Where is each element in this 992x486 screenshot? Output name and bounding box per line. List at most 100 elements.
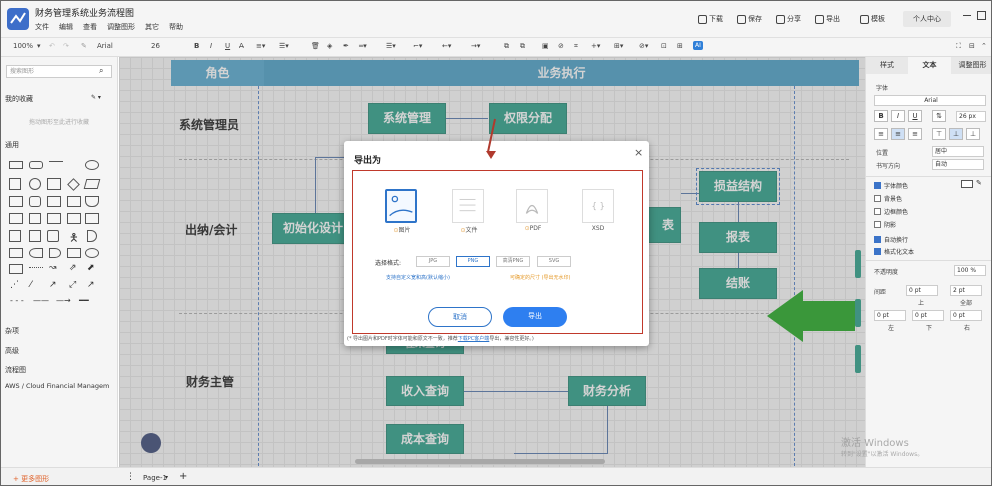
vertical-text-toggle[interactable]: ⇅ (932, 110, 946, 122)
hexagon-shape[interactable] (9, 196, 23, 207)
menu-help[interactable]: 帮助 (169, 22, 183, 32)
bold-button[interactable]: B (194, 42, 199, 50)
underline-button[interactable]: U (225, 42, 230, 50)
download-client-link[interactable]: 下载PC客户端 (458, 336, 490, 342)
spacing-bottom-input[interactable]: 0 pt (912, 310, 944, 321)
table-shape[interactable] (9, 264, 23, 274)
display-shape[interactable] (29, 248, 43, 258)
double-arrow-icon[interactable]: ⤢ (69, 280, 76, 290)
triangle-shape[interactable] (47, 196, 61, 207)
manual-input-shape[interactable] (67, 248, 81, 258)
export-button[interactable]: 导出 (815, 14, 840, 24)
shape-search-input[interactable]: 搜索图形 (6, 65, 112, 78)
align-left-button[interactable]: ≡ (874, 128, 888, 140)
parallelogram-shape[interactable] (83, 179, 101, 189)
hline-icon[interactable]: —— (33, 296, 49, 305)
fullscreen-icon[interactable]: ⛶ (956, 42, 961, 51)
cube-shape[interactable] (9, 230, 21, 242)
favorites-edit-icon[interactable]: ✎ ▾ (91, 94, 101, 101)
type-jpg-option[interactable]: JPG (416, 256, 450, 267)
rounded-rect-shape[interactable] (29, 161, 43, 169)
format-xsd-option[interactable]: { } (582, 189, 614, 223)
formatted-text-checkbox[interactable]: 格式化文本 (874, 247, 914, 256)
or-shape[interactable] (49, 248, 61, 258)
collapse-icon[interactable]: ⊟ (969, 42, 975, 50)
diagonal-arrow-icon[interactable]: ⇗ (69, 263, 77, 273)
align-right-button[interactable]: ≡ (908, 128, 922, 140)
direction-select[interactable]: 自动 (932, 159, 984, 170)
ellipse-shape[interactable] (85, 160, 99, 170)
actor-icon[interactable]: 🯅 (69, 229, 79, 248)
delay-shape[interactable] (87, 230, 97, 242)
page-tab[interactable]: Page-1 (143, 474, 167, 482)
spacing-right-input[interactable]: 0 pt (950, 310, 982, 321)
italic-button[interactable]: I (210, 42, 212, 50)
page-tab-chevron-icon[interactable]: ▾ (165, 474, 168, 481)
list-shape[interactable] (9, 248, 23, 258)
expand-panel-icon[interactable]: ⌃ (981, 42, 987, 50)
cylinder-shape[interactable] (29, 196, 41, 207)
arrow-end-icon[interactable]: →▾ (471, 42, 480, 50)
profile-button[interactable]: 个人中心 (903, 11, 951, 27)
bold-toggle[interactable]: B (874, 110, 888, 122)
type-png-option[interactable]: PNG (456, 256, 490, 267)
aws-section[interactable]: AWS / Cloud Financial Managem (5, 382, 109, 390)
frame-shape[interactable] (47, 230, 59, 242)
image-icon[interactable]: ▣ (542, 42, 549, 50)
folder-shape[interactable] (29, 230, 41, 242)
save-button[interactable]: 保存 (737, 14, 762, 24)
text-shape[interactable] (49, 161, 63, 169)
spacing-top-input[interactable]: 0 pt (906, 285, 938, 296)
font-color-swatch[interactable] (961, 180, 973, 188)
lock-icon[interactable]: ⊡ (661, 42, 667, 50)
format-pdf-option[interactable] (516, 189, 548, 223)
share-button[interactable]: 分享 (776, 14, 801, 24)
menu-adjust-shape[interactable]: 调整图形 (107, 22, 135, 32)
border-color-checkbox[interactable]: 边框颜色 (874, 207, 908, 216)
hline-dashed-icon[interactable]: - - - (10, 296, 24, 305)
window-mode-icon[interactable] (977, 11, 986, 20)
spacing-all-input[interactable]: 2 pt (950, 285, 982, 296)
arrow-line-icon[interactable]: ↗ (49, 280, 57, 290)
background-checkbox[interactable]: 背景色 (874, 194, 902, 203)
card-shape[interactable] (29, 213, 41, 224)
rectangle-shape[interactable] (9, 161, 23, 169)
zoom-select[interactable]: 100% (13, 42, 33, 50)
format-image-option[interactable] (385, 189, 417, 223)
align-bottom-button[interactable]: ⊥ (966, 128, 980, 140)
back-icon[interactable]: ⧉ (520, 42, 525, 51)
font-family-select[interactable]: Arial (97, 42, 113, 50)
grid-icon[interactable]: ⊞▾ (614, 42, 623, 50)
arrow-start-icon[interactable]: ←▾ (442, 42, 451, 50)
diamond-shape[interactable] (67, 178, 80, 191)
undo-icon[interactable]: ↶ (49, 42, 55, 50)
shadow-checkbox[interactable]: 阴影 (874, 220, 896, 229)
align-center-button[interactable]: ≡ (891, 128, 905, 140)
hline-bold-icon[interactable]: ━━ (79, 296, 89, 305)
fill-color-icon[interactable]: ◈ (327, 42, 332, 50)
internal-storage-shape[interactable] (9, 213, 23, 224)
line-color-icon[interactable]: ✒ (343, 42, 349, 50)
align-middle-button[interactable]: ⊥ (949, 128, 963, 140)
front-icon[interactable]: ⧉ (504, 42, 509, 51)
square-shape[interactable] (9, 178, 21, 190)
opacity-input[interactable]: 100 % (954, 265, 986, 276)
document-shape[interactable] (85, 196, 99, 207)
line-style-icon[interactable]: ═▾ (359, 42, 367, 50)
zoom-chevron-icon[interactable]: ▾ (37, 42, 41, 50)
connector-arrow-icon[interactable]: ↗ (87, 280, 95, 290)
italic-toggle[interactable]: I (891, 110, 905, 122)
more-shapes-link[interactable]: + 更多图形 (13, 474, 49, 484)
menu-other[interactable]: 其它 (145, 22, 159, 32)
flowchart-section[interactable]: 流程图 (5, 365, 26, 375)
line-width-icon[interactable]: ☰▾ (386, 42, 396, 50)
format-painter-icon[interactable]: ✎ (81, 42, 87, 50)
tape-shape[interactable] (47, 213, 61, 224)
advanced-section[interactable]: 高级 (5, 346, 19, 356)
redo-icon[interactable]: ↷ (63, 42, 69, 50)
group-icon[interactable]: ⊞ (677, 42, 683, 50)
page-menu-icon[interactable]: ⋮ (126, 472, 135, 482)
favorites-section[interactable]: 我的收藏 (5, 94, 33, 104)
ai-button[interactable]: AI (693, 41, 703, 50)
bold-arrow-icon[interactable]: ⬈ (87, 263, 95, 273)
